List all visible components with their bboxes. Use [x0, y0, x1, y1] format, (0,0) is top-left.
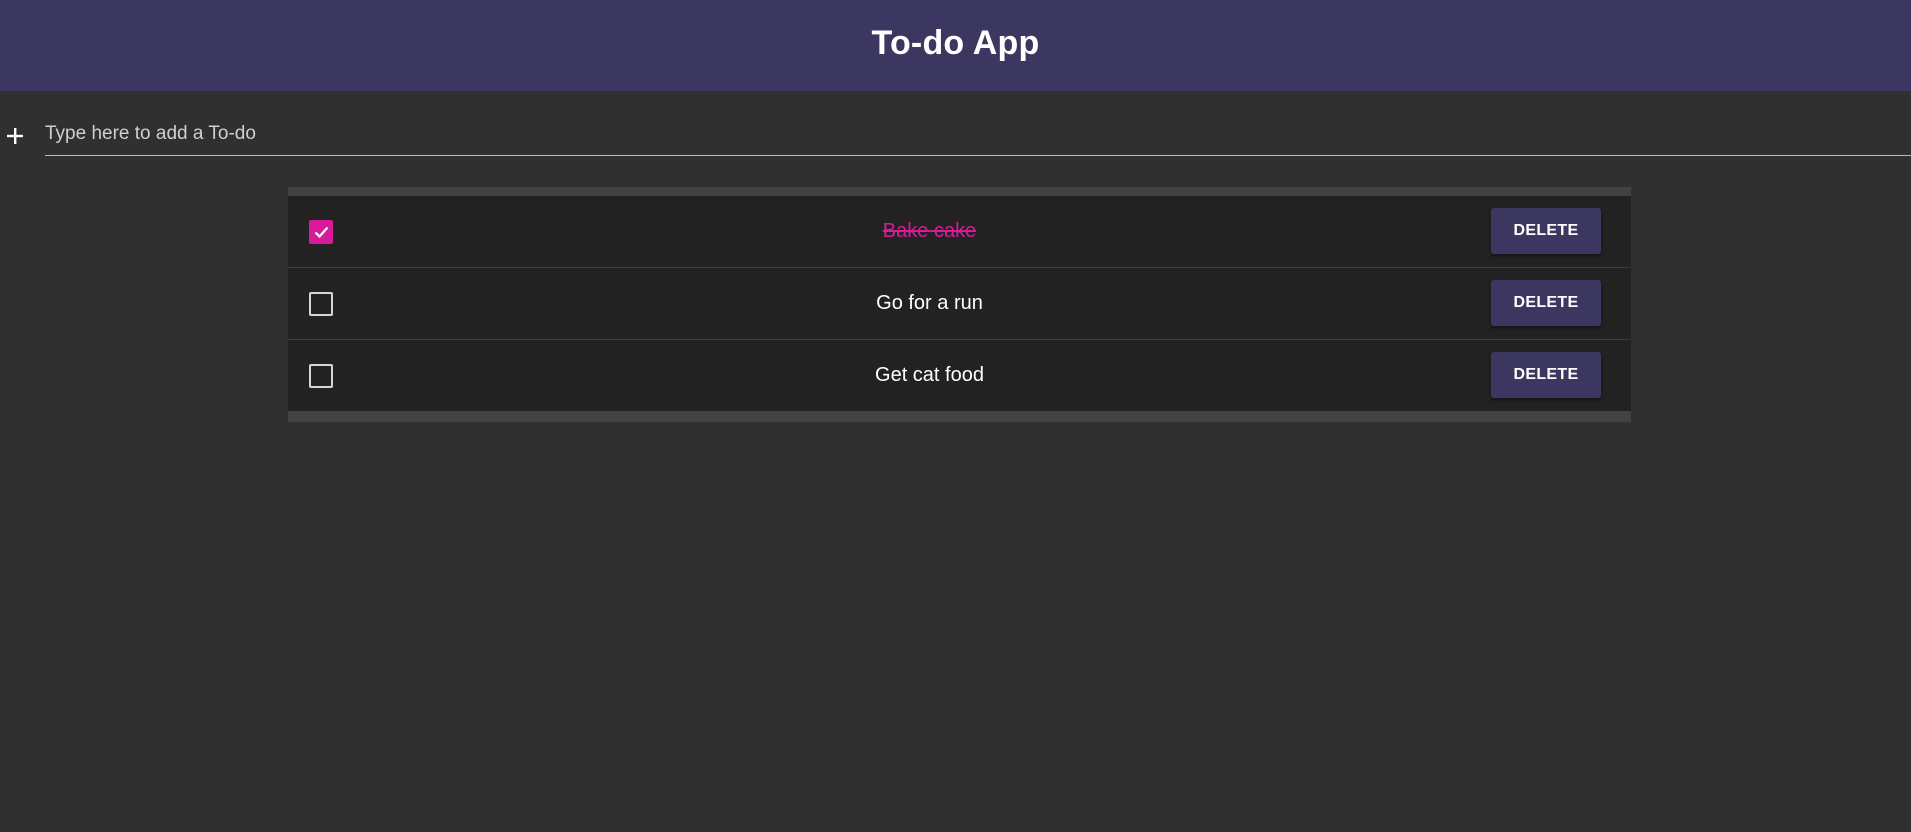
plus-icon[interactable] — [5, 126, 25, 146]
delete-button[interactable]: DELETE — [1491, 208, 1601, 254]
add-todo-row — [0, 118, 1911, 158]
delete-button[interactable]: DELETE — [1491, 280, 1601, 326]
todo-item: Get cat food DELETE — [288, 340, 1631, 411]
todo-text: Get cat food — [875, 364, 984, 386]
todo-item: Go for a run DELETE — [288, 268, 1631, 340]
app-title: To-do App — [871, 24, 1040, 62]
add-todo-input[interactable] — [45, 118, 1911, 156]
app-header: To-do App — [0, 0, 1911, 91]
todo-item: Bake cake DELETE — [288, 196, 1631, 268]
delete-button[interactable]: DELETE — [1491, 352, 1601, 398]
todo-text: Go for a run — [876, 292, 983, 314]
todo-text: Bake cake — [882, 220, 977, 242]
todo-list: Bake cake DELETE Go for a run DELETE Get… — [288, 187, 1631, 422]
